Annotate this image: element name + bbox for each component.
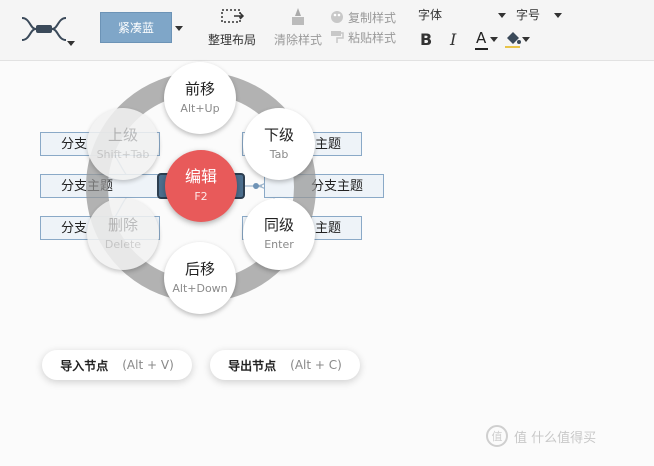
parent-level-shortcut: Shift+Tab	[96, 148, 150, 161]
child-level-button[interactable]: 下级 Tab	[243, 108, 315, 180]
export-nodes-label: 导出节点	[228, 358, 277, 373]
branch-topic-label: 分支	[61, 221, 88, 236]
sibling-level-button[interactable]: 同级 Enter	[243, 198, 315, 270]
edit-shortcut: F2	[194, 190, 208, 203]
delete-button[interactable]: 删除 Delete	[87, 198, 159, 270]
sibling-level-shortcut: Enter	[264, 238, 294, 251]
move-down-button[interactable]: 后移 Alt+Down	[164, 242, 236, 314]
export-nodes-shortcut: (Alt + C)	[290, 358, 342, 372]
watermark-text: 值 什么值得买	[514, 430, 597, 446]
branch-topic-label: 主题	[314, 221, 341, 236]
branch-topic-label: 分支	[61, 137, 88, 152]
delete-shortcut: Delete	[104, 238, 142, 251]
move-up-button[interactable]: 前移 Alt+Up	[164, 62, 236, 134]
import-nodes-shortcut: (Alt + V)	[122, 358, 174, 372]
parent-level-label: 上级	[107, 126, 138, 144]
edit-label: 编辑	[184, 167, 217, 186]
watermark-logo-icon: 值	[486, 425, 508, 447]
edit-button[interactable]: 编辑 F2	[165, 150, 237, 222]
export-nodes-button[interactable]: 导出节点 (Alt + C)	[210, 350, 360, 380]
move-down-label: 后移	[184, 260, 215, 278]
child-level-label: 下级	[263, 126, 294, 144]
delete-label: 删除	[107, 216, 138, 234]
child-level-shortcut: Tab	[269, 148, 289, 161]
import-nodes-label: 导入节点	[60, 358, 109, 373]
move-up-label: 前移	[184, 80, 215, 98]
branch-topic-label: 分支主题	[310, 179, 363, 194]
watermark: 值 值 什么值得买	[486, 425, 596, 447]
sibling-level-label: 同级	[263, 216, 294, 234]
move-up-shortcut: Alt+Up	[180, 102, 220, 115]
svg-text:值: 值	[492, 430, 503, 443]
parent-level-button[interactable]: 上级 Shift+Tab	[87, 108, 159, 180]
branch-topic-label: 主题	[314, 137, 341, 152]
import-nodes-button[interactable]: 导入节点 (Alt + V)	[42, 350, 192, 380]
move-down-shortcut: Alt+Down	[172, 282, 228, 295]
